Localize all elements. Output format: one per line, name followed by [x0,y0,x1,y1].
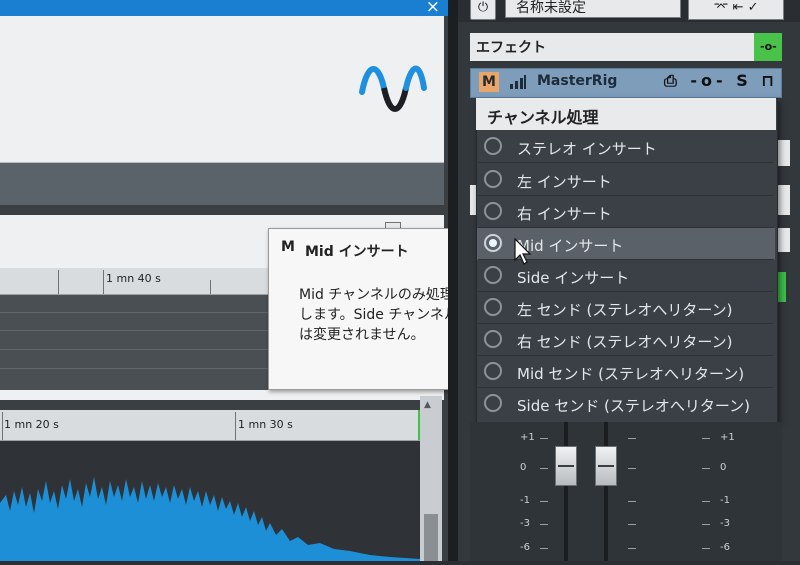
radio-selected-icon [484,234,502,252]
menu-item-right-insert[interactable]: 右 インサート [477,196,775,228]
plugin-window-title-bar[interactable]: × [0,0,448,17]
menu-item-stereo-insert[interactable]: ステレオ インサート [477,131,775,163]
scale-tick [628,501,636,502]
scale-tick [540,548,548,549]
scale-tick [628,468,636,469]
menu-item-side-send[interactable]: Side センド (ステレオへリターン) [477,388,775,420]
menu-item-label: Side インサート [517,269,630,287]
menu-item-label: Mid インサート [517,237,624,255]
menu-item-mid-send[interactable]: Mid センド (ステレオへリターン) [477,356,775,388]
ruler-tick [103,270,104,294]
scale-tick [702,438,710,439]
fader-track-right[interactable] [604,422,608,561]
scale-tick [540,501,548,502]
tooltip-title: Mid インサート [305,244,409,260]
fader-handle-left[interactable] [555,446,577,486]
scrollbar-thumb[interactable] [424,514,438,561]
radio-icon [484,362,502,380]
radio-icon [484,202,502,220]
menu-item-left-send[interactable]: 左 センド (ステレオへリターン) [477,292,775,324]
menu-item-right-send[interactable]: 右 センド (ステレオへリターン) [477,324,775,356]
menu-item-label: 右 センド (ステレオへリターン) [517,333,733,351]
fader-scale-label: 0 [520,462,527,473]
fader-scale-label: -6 [520,542,530,553]
scale-tick [540,524,548,525]
time-ruler-bottom[interactable] [0,410,420,441]
scale-tick [628,438,636,439]
ruler-tick [210,280,211,294]
fader-track-left[interactable] [564,422,568,561]
menu-item-left-insert[interactable]: 左 インサート [477,164,775,196]
waveform-display[interactable] [0,441,420,561]
background-control [776,228,790,252]
radio-icon [484,330,502,348]
fader-scale-label: -6 [720,542,730,553]
ruler-time-label: 1 mn 30 s [238,418,293,431]
channel-mode-button[interactable]: M [479,72,499,92]
preset-tools-button[interactable]: ⌤ ⇤ ✓ [688,0,784,20]
tooltip-mode-badge: M [281,239,295,255]
ruler-tick [58,270,59,294]
ruler-time-label: 1 mn 20 s [4,418,59,431]
radio-icon [484,394,502,412]
routing-icon: -o- [760,40,777,53]
scale-tick [628,524,636,525]
menu-item-label: 左 インサート [517,173,612,191]
fader-scale-label: +1 [520,432,535,443]
ruler-tick [2,412,3,440]
menu-item-label: Side センド (ステレオへリターン) [517,397,750,415]
divider [478,162,774,163]
fader-scale-label: -1 [720,495,730,506]
fader-scale-label: -1 [520,495,530,506]
scale-tick [540,468,548,469]
scale-tick [702,548,710,549]
panel-separator [0,390,444,400]
effects-label: エフェクト [476,40,546,56]
fader-scale-label: +1 [720,432,735,443]
menu-item-label: ステレオ インサート [517,140,657,158]
radio-icon [484,298,502,316]
power-icon[interactable]: ⏻ [470,0,496,20]
audio-waveform [0,477,420,561]
scale-tick [702,501,710,502]
toolbar-band [0,163,444,205]
pane-divider[interactable] [448,0,458,561]
scroll-up-arrow-icon[interactable]: ▲ [424,400,431,410]
menu-item-label: 左 センド (ステレオへリターン) [517,301,733,319]
scale-tick [628,548,636,549]
sine-wave-icon [359,65,427,112]
ruler-tick [235,412,236,440]
close-icon[interactable]: × [426,0,440,17]
scale-tick [702,468,710,469]
fader-scale-label: -3 [520,518,530,529]
tooltip-description: Mid チャンネルのみ処理します。Side チャンネルは変更されません。 [299,287,458,343]
background-control [776,140,790,166]
level-meter-icon [510,75,526,89]
radio-icon [484,266,502,284]
mouse-pointer-icon [514,238,532,265]
background-control [776,185,790,215]
menu-item-label: 右 インサート [517,205,612,223]
radio-icon [484,170,502,188]
preset-name-field[interactable]: 名称未設定 [505,0,681,18]
fader-scale-label: -3 [720,518,730,529]
slot-action-icons[interactable]: ⎙ -o- S ⊓ [664,71,778,91]
scale-tick [540,438,548,439]
tooltip: M Mid インサート Mid チャンネルのみ処理します。Side チャンネルは… [268,228,476,390]
fader-scale-label: 0 [720,462,727,473]
menu-header-label: チャンネル処理 [487,108,599,127]
plugin-name[interactable]: MasterRig [537,73,617,89]
radio-icon [484,137,502,155]
master-fader-section: +1 0 -1 -3 -6 +1 0 -1 -3 -6 [470,422,782,561]
ruler-time-label: 1 mn 40 s [106,272,161,285]
menu-item-label: Mid センド (ステレオへリターン) [517,365,745,383]
scale-tick [702,524,710,525]
fader-handle-right[interactable] [595,446,617,486]
